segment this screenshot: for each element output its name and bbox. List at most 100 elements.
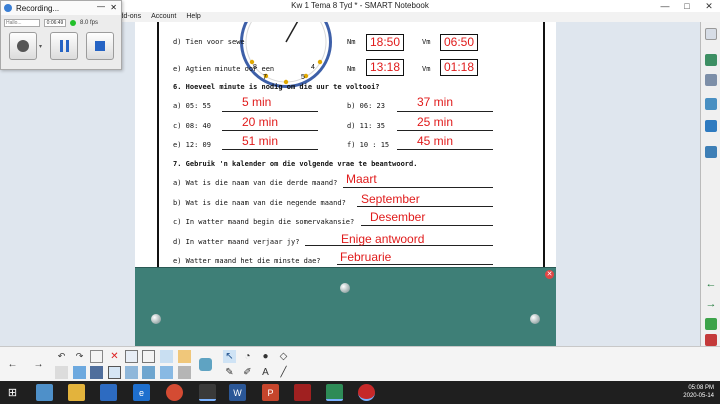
properties-icon[interactable] xyxy=(705,98,717,110)
row-d-nm-answer: 18:50 xyxy=(366,34,405,51)
question-6: 6. Hoeveel minute is nodig om die uur te… xyxy=(173,83,380,91)
q7-d-label: d) In watter maand verjaar jy? xyxy=(173,238,300,246)
pen-icon[interactable]: ✎ xyxy=(223,366,236,379)
record-options-chevron-icon[interactable]: ▾ xyxy=(39,43,42,50)
undo-icon[interactable]: ↶ xyxy=(55,350,68,363)
audio-source-select[interactable]: Hallo... xyxy=(4,18,40,27)
shade-handle-top[interactable] xyxy=(340,283,350,293)
addons-icon[interactable] xyxy=(705,120,717,132)
add-page-icon[interactable] xyxy=(705,318,717,330)
print-icon[interactable] xyxy=(178,366,191,379)
recorder-icon[interactable] xyxy=(358,384,375,401)
text-icon[interactable]: A xyxy=(259,366,272,379)
table-icon[interactable] xyxy=(160,350,173,363)
next-page-icon[interactable]: → xyxy=(705,298,717,310)
powerpoint-icon[interactable]: P xyxy=(262,384,279,401)
redo-icon[interactable]: ↷ xyxy=(73,350,86,363)
elapsed-time: 0:06:49 xyxy=(44,18,66,27)
q7-d-answer: Enige antwoord xyxy=(341,232,425,246)
answer-line xyxy=(343,187,493,188)
copy-icon[interactable] xyxy=(90,350,103,363)
answer-line xyxy=(361,225,493,226)
recording-widget[interactable]: Recording... — ✕ Hallo... 0:06:49 8.0 fp… xyxy=(0,0,122,70)
previous-page-icon[interactable]: ← xyxy=(705,278,717,290)
task-view-icon[interactable] xyxy=(36,384,53,401)
attachments-icon[interactable] xyxy=(705,74,717,86)
q6-e-label: e) 12: 09 xyxy=(173,141,211,149)
pdf-icon[interactable] xyxy=(294,384,311,401)
word-icon[interactable]: W xyxy=(229,384,246,401)
eraser-icon[interactable]: ◇ xyxy=(277,350,290,363)
recorder-minimize-icon[interactable]: — xyxy=(97,2,105,11)
shade-close-icon[interactable]: ✕ xyxy=(545,270,554,279)
pause-button[interactable] xyxy=(50,32,79,60)
fps-status-icon xyxy=(70,19,76,26)
back-arrow-icon[interactable]: ← xyxy=(6,358,19,371)
stop-icon xyxy=(95,41,106,51)
response-icon[interactable] xyxy=(142,366,155,379)
edge-icon[interactable]: e xyxy=(133,384,150,401)
store-icon[interactable] xyxy=(100,384,117,401)
q7-a-answer: Maart xyxy=(346,172,377,186)
start-icon[interactable]: ⊞ xyxy=(4,384,21,401)
shapes-icon[interactable]: ◔ xyxy=(241,350,254,363)
answer-line xyxy=(222,130,318,131)
q7-e-label: e) Watter maand het die minste dae? xyxy=(173,257,321,265)
lesson-activity-icon[interactable] xyxy=(705,146,717,158)
gallery-icon[interactable] xyxy=(705,54,717,66)
chrome-icon[interactable] xyxy=(166,384,183,401)
stop-button[interactable] xyxy=(86,32,115,60)
fullscreen-icon[interactable] xyxy=(142,350,155,363)
recording-title-bar[interactable]: Recording... — ✕ xyxy=(1,1,121,15)
open-icon[interactable] xyxy=(73,366,86,379)
maximize-button[interactable]: □ xyxy=(676,0,698,12)
screen-shade-icon[interactable] xyxy=(125,350,138,363)
fill-icon[interactable]: ● xyxy=(259,350,272,363)
q7-b-answer: September xyxy=(361,192,420,206)
display-icon[interactable] xyxy=(108,366,121,379)
row-d-text: d) Tien voor sewe xyxy=(173,38,245,46)
answer-line xyxy=(397,111,493,112)
record-button[interactable] xyxy=(9,32,37,60)
screen-shade[interactable]: ✕ xyxy=(135,267,556,346)
minimize-button[interactable]: — xyxy=(654,0,676,12)
system-clock[interactable]: 05:08 PM 2020-05-14 xyxy=(683,384,714,400)
page-sorter-icon[interactable] xyxy=(705,28,717,40)
line-icon[interactable]: ╱ xyxy=(277,366,290,379)
menu-account[interactable]: Account xyxy=(146,12,181,21)
measurement-icon[interactable] xyxy=(178,350,191,363)
answer-line xyxy=(397,130,493,131)
page-icon[interactable] xyxy=(55,366,68,379)
question-7: 7. Gebruik 'n kalender om die volgende v… xyxy=(173,160,418,168)
capture-icon[interactable] xyxy=(160,366,173,379)
row-d-vm-answer: 06:50 xyxy=(440,34,479,51)
q7-c-answer: Desember xyxy=(370,210,426,224)
pause-icon xyxy=(59,40,69,52)
creative-pen-icon[interactable]: ✐ xyxy=(241,366,254,379)
shade-handle-right[interactable] xyxy=(530,314,540,324)
teams-icon[interactable] xyxy=(199,384,216,401)
q6-a-answer: 5 min xyxy=(242,95,272,109)
page-frame-right xyxy=(543,22,545,272)
close-button[interactable]: ✕ xyxy=(698,0,720,12)
forward-arrow-icon[interactable]: → xyxy=(32,358,45,371)
recorder-status-row: Hallo... 0:06:49 8.0 fps xyxy=(4,17,118,28)
smart-notebook-icon[interactable] xyxy=(326,384,343,401)
delete-page-icon[interactable] xyxy=(705,334,717,346)
select-icon[interactable]: ↖ xyxy=(223,350,236,363)
delete-icon[interactable]: ✕ xyxy=(108,350,121,363)
row-e-nm-answer: 13:18 xyxy=(366,59,405,76)
clock-time: 05:08 PM xyxy=(688,385,714,391)
customize-toolbar-icon[interactable] xyxy=(199,358,212,371)
q7-a-label: a) Wat is die naam van die derde maand? xyxy=(173,179,338,187)
document-camera-icon[interactable] xyxy=(125,366,138,379)
shade-handle-left[interactable] xyxy=(151,314,161,324)
file-explorer-icon[interactable] xyxy=(68,384,85,401)
save-icon[interactable] xyxy=(90,366,103,379)
menu-help[interactable]: Help xyxy=(181,12,205,21)
recorder-close-icon[interactable]: ✕ xyxy=(110,3,117,12)
row-e-text: e) Agtien minute oor een xyxy=(173,65,275,73)
q7-b-label: b) Wat is die naam van die negende maand… xyxy=(173,199,346,207)
answer-line xyxy=(337,264,493,265)
row-e-vm-label: Vm xyxy=(422,65,431,73)
